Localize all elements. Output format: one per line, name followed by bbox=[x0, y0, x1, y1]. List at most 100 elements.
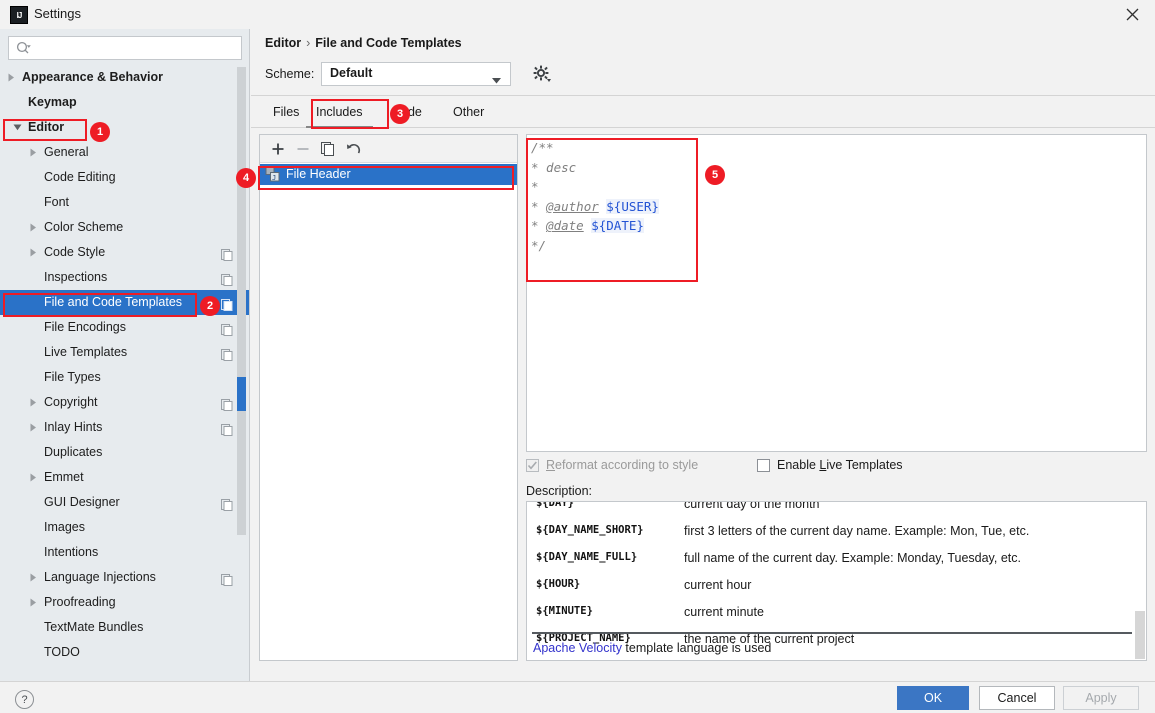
chevron-right-icon[interactable] bbox=[26, 465, 40, 490]
sidebar-item-live-templates[interactable]: Live Templates bbox=[0, 340, 249, 365]
tab-other[interactable]: Other bbox=[443, 96, 494, 128]
live-templates-checkbox[interactable] bbox=[757, 459, 770, 472]
remove-button bbox=[293, 139, 313, 159]
template-source-code[interactable]: /** * desc * * @author ${USER} * @date ${DAT… bbox=[531, 138, 659, 256]
description-panel: ${DAY} current day of the month ${DAY_NAME… bbox=[526, 501, 1147, 661]
sidebar-item-appearance-behavior[interactable]: Appearance & Behavior bbox=[0, 65, 249, 90]
breadcrumb: Editor › File and Code Templates bbox=[265, 36, 462, 50]
scheme-value: Default bbox=[330, 66, 373, 80]
gear-icon[interactable] bbox=[533, 65, 551, 83]
sidebar-item-font[interactable]: Font bbox=[0, 190, 249, 215]
tab-includes[interactable]: Includes bbox=[306, 96, 373, 128]
cancel-button[interactable]: Cancel bbox=[979, 686, 1055, 710]
sidebar-item-general[interactable]: General bbox=[0, 140, 249, 165]
code-token-tag: @date bbox=[546, 218, 584, 234]
sidebar-item-todo[interactable]: TODO bbox=[0, 640, 249, 665]
code-token-var: ${USER} bbox=[606, 198, 659, 214]
chevron-right-icon[interactable] bbox=[4, 65, 18, 90]
description-scrollbar-thumb[interactable] bbox=[1135, 611, 1145, 659]
svg-text:J: J bbox=[272, 174, 276, 182]
sidebar-item-textmate-bundles[interactable]: TextMate Bundles bbox=[0, 615, 249, 640]
sidebar-item-label: Live Templates bbox=[44, 345, 128, 359]
sidebar-item-duplicates[interactable]: Duplicates bbox=[0, 440, 249, 465]
settings-tree[interactable]: Appearance & Behavior Keymap Editor General… bbox=[0, 65, 249, 679]
template-tabs[interactable]: Files Includes Code Other bbox=[251, 96, 1155, 128]
apache-velocity-link[interactable]: Apache Velocity bbox=[533, 641, 622, 655]
code-line: /** bbox=[531, 138, 659, 158]
sidebar-item-file-types[interactable]: File Types bbox=[0, 365, 249, 390]
code-line: */ bbox=[531, 236, 659, 256]
sidebar-item-gui-designer[interactable]: GUI Designer bbox=[0, 490, 249, 515]
sidebar-item-label: TODO bbox=[44, 645, 80, 659]
sidebar-item-code-style[interactable]: Code Style bbox=[0, 240, 249, 265]
settings-sidebar: Appearance & Behavior Keymap Editor General… bbox=[0, 29, 250, 681]
live-templates-label-post: ive Templates bbox=[826, 458, 903, 472]
chevron-right-icon[interactable] bbox=[26, 415, 40, 440]
java-template-icon: J bbox=[265, 167, 280, 182]
sidebar-item-label: File Encodings bbox=[44, 320, 126, 334]
search-input[interactable] bbox=[39, 39, 239, 59]
sidebar-item-copyright[interactable]: Copyright bbox=[0, 390, 249, 415]
code-line: * @date ${DATE} bbox=[531, 216, 659, 236]
table-row: ${DAY_NAME_FULL} full name of the current… bbox=[527, 546, 1146, 573]
reformat-label: Reformat according to style bbox=[546, 458, 698, 472]
sidebar-item-intentions[interactable]: Intentions bbox=[0, 540, 249, 565]
sidebar-item-inlay-hints[interactable]: Inlay Hints bbox=[0, 415, 249, 440]
table-row: ${MINUTE} current minute bbox=[527, 600, 1146, 627]
sidebar-item-label: Language Injections bbox=[44, 570, 156, 584]
settings-dialog: IJ Settings Appearance & Behavior Keymap E… bbox=[0, 0, 1155, 713]
sidebar-scrollbar-track[interactable] bbox=[237, 67, 246, 535]
tab-code[interactable]: Code bbox=[382, 96, 432, 128]
sidebar-item-proofreading[interactable]: Proofreading bbox=[0, 590, 249, 615]
sidebar-item-label: Appearance & Behavior bbox=[22, 70, 164, 84]
chevron-right-icon[interactable] bbox=[26, 140, 40, 165]
code-token-var: ${DATE} bbox=[591, 218, 644, 234]
breadcrumb-root[interactable]: Editor bbox=[265, 36, 301, 50]
sidebar-item-code-editing[interactable]: Code Editing bbox=[0, 165, 249, 190]
sidebar-item-inspections[interactable]: Inspections bbox=[0, 265, 249, 290]
code-line: * @author ${USER} bbox=[531, 197, 659, 217]
copy-button[interactable] bbox=[318, 139, 338, 159]
chevron-right-icon[interactable] bbox=[26, 240, 40, 265]
scheme-dropdown[interactable]: Default bbox=[321, 62, 511, 86]
breadcrumb-separator: › bbox=[306, 36, 311, 50]
sidebar-item-label: Intentions bbox=[44, 545, 99, 559]
breadcrumb-leaf: File and Code Templates bbox=[315, 36, 462, 50]
sidebar-item-label: Copyright bbox=[44, 395, 98, 409]
chevron-down-icon[interactable] bbox=[10, 115, 24, 140]
settings-content: Editor › File and Code Templates Scheme: D… bbox=[251, 29, 1155, 681]
help-icon[interactable]: ? bbox=[15, 690, 34, 709]
code-token-com: * desc bbox=[531, 159, 577, 175]
sidebar-item-language-injections[interactable]: Language Injections bbox=[0, 565, 249, 590]
chevron-right-icon[interactable] bbox=[26, 390, 40, 415]
chevron-right-icon[interactable] bbox=[26, 215, 40, 240]
list-item-label: File Header bbox=[286, 167, 351, 181]
template-list[interactable]: J File Header bbox=[260, 164, 517, 185]
code-line: * desc bbox=[531, 158, 659, 178]
variable-description: current hour bbox=[684, 578, 752, 592]
sidebar-item-file-and-code-templates[interactable]: File and Code Templates bbox=[0, 290, 249, 315]
sidebar-scrollbar-thumb[interactable] bbox=[237, 377, 246, 411]
sidebar-item-file-encodings[interactable]: File Encodings bbox=[0, 315, 249, 340]
sidebar-item-color-scheme[interactable]: Color Scheme bbox=[0, 215, 249, 240]
sidebar-item-emmet[interactable]: Emmet bbox=[0, 465, 249, 490]
apply-button[interactable]: Apply bbox=[1063, 686, 1139, 710]
sidebar-item-keymap[interactable]: Keymap bbox=[0, 90, 249, 115]
list-item[interactable]: J File Header bbox=[260, 164, 517, 185]
reformat-checkbox[interactable] bbox=[526, 459, 539, 472]
reset-button[interactable] bbox=[343, 139, 363, 159]
template-editor[interactable]: /** * desc * * @author ${USER} * @date ${DAT… bbox=[526, 134, 1147, 452]
tab-files[interactable]: Files bbox=[263, 96, 309, 128]
sidebar-item-editor[interactable]: Editor bbox=[0, 115, 249, 140]
chevron-right-icon[interactable] bbox=[26, 590, 40, 615]
code-token-com: * bbox=[531, 218, 547, 234]
sidebar-item-label: Keymap bbox=[28, 95, 77, 109]
code-token-com: /** bbox=[531, 140, 554, 155]
chevron-right-icon[interactable] bbox=[26, 565, 40, 590]
ok-button[interactable]: OK bbox=[897, 686, 969, 710]
sidebar-item-label: Emmet bbox=[44, 470, 84, 484]
add-button[interactable] bbox=[268, 139, 288, 159]
search-box[interactable] bbox=[8, 36, 242, 60]
close-icon[interactable] bbox=[1109, 0, 1155, 29]
sidebar-item-images[interactable]: Images bbox=[0, 515, 249, 540]
